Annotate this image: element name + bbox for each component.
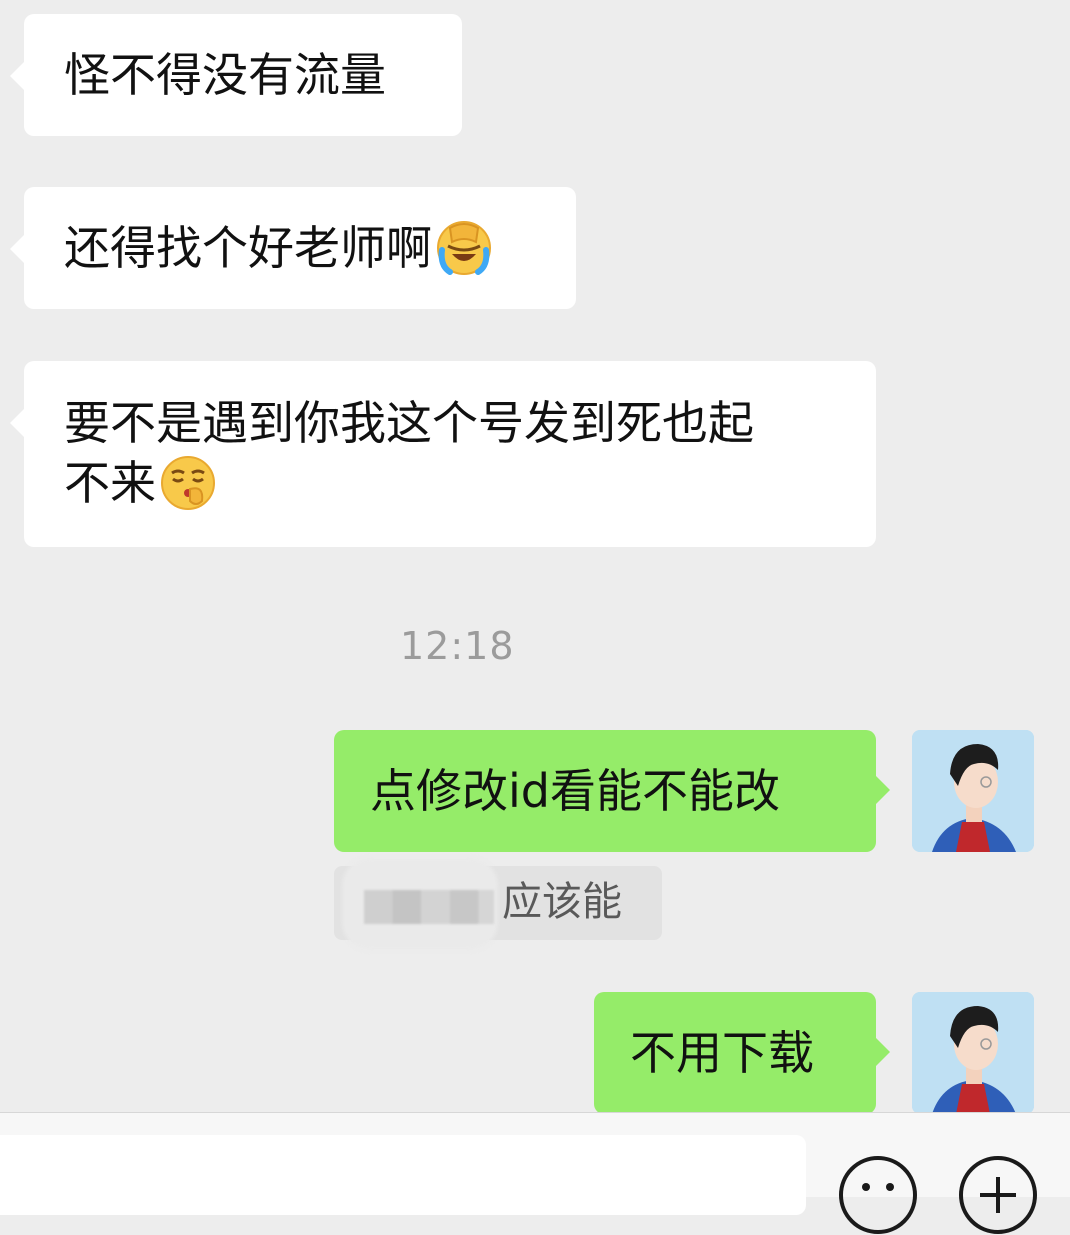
message-bubble-incoming[interactable]: 怪不得没有流量	[10, 14, 462, 136]
message-text: 点修改id看能不能改	[370, 764, 780, 818]
facepalm-crying-emoji	[437, 220, 491, 275]
shushing-face-emoji	[161, 455, 215, 510]
redacted-name-mosaic	[364, 890, 494, 924]
input-bar	[0, 1112, 1070, 1234]
message-text-line-1: 要不是遇到你我这个号发到死也起	[64, 396, 754, 450]
message-bubble-outgoing[interactable]: 点修改id看能不能改	[334, 730, 890, 852]
quoted-message[interactable]: 应该能	[334, 858, 662, 950]
user-avatar[interactable]	[912, 730, 1034, 852]
plus-icon[interactable]	[958, 1155, 1038, 1235]
quoted-text: 应该能	[502, 879, 622, 925]
message-text: 还得找个好老师啊	[64, 221, 432, 275]
message-bubble-outgoing[interactable]: 不用下载	[594, 992, 890, 1112]
message-input[interactable]	[0, 1135, 806, 1215]
message-text: 不用下载	[630, 1026, 814, 1080]
message-bubble-incoming[interactable]: 还得找个好老师啊	[10, 187, 576, 309]
chat-area: 怪不得没有流量 还得找个好老师啊 要不是遇到你我这个号发到死也起 不来 12:1…	[0, 0, 1070, 1112]
user-avatar[interactable]	[912, 992, 1034, 1112]
message-text-line-2: 不来	[64, 456, 156, 510]
message-bubble-incoming[interactable]: 要不是遇到你我这个号发到死也起 不来	[10, 361, 876, 547]
avatar-illustration	[912, 730, 1034, 852]
message-timestamp: 12:18	[400, 624, 515, 668]
message-text: 怪不得没有流量	[64, 48, 386, 102]
avatar-illustration	[912, 992, 1034, 1112]
emoji-face-icon[interactable]	[838, 1155, 918, 1235]
